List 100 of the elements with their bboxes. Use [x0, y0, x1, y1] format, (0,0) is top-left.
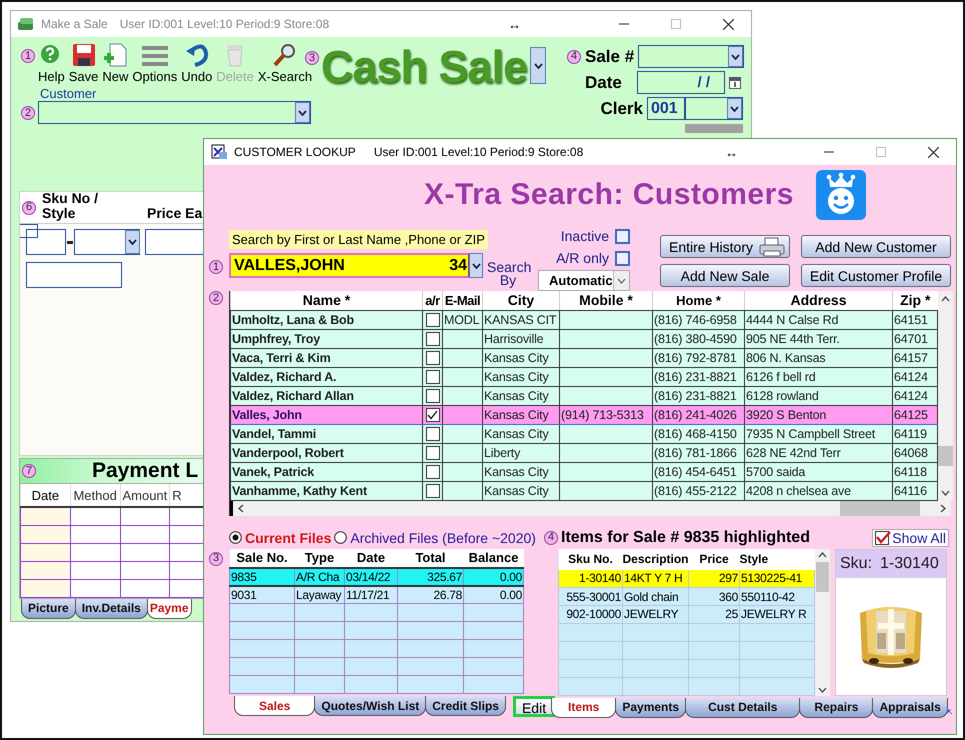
- scroll-thumb[interactable]: [938, 446, 953, 466]
- checkbox[interactable]: [426, 446, 440, 460]
- style-field[interactable]: [74, 229, 140, 255]
- dropdown-button[interactable]: [295, 102, 310, 123]
- step-number: 6: [22, 200, 36, 214]
- undo-arrow-icon: [184, 43, 209, 67]
- table-row[interactable]: Valles, John Kansas City (914) 713-5313 (816) 241-4026 3920 S Benton 64125: [230, 405, 938, 424]
- table-cell: 806 N. Kansas: [744, 348, 892, 367]
- session-info: User ID:001 Level:10 Period:9 Store:08: [120, 17, 330, 31]
- edit-button[interactable]: Edit: [512, 696, 556, 717]
- table-cell: 64119: [892, 424, 938, 443]
- search-field[interactable]: VALLES,JOHN 34: [229, 253, 469, 278]
- tab[interactable]: Payme: [146, 598, 192, 618]
- dropdown-button[interactable]: [728, 46, 744, 67]
- help-button[interactable]: Help: [37, 43, 66, 84]
- menu-icon: [142, 43, 168, 67]
- dropdown-button[interactable]: [727, 98, 742, 119]
- table-cell: [120, 525, 170, 543]
- action-button[interactable]: Add New Customer: [801, 235, 951, 258]
- vertical-scrollbar[interactable]: [938, 291, 953, 500]
- dept-field[interactable]: [685, 124, 743, 133]
- sale-number-field[interactable]: [638, 45, 744, 68]
- table-cell: A/R Cha: [294, 568, 344, 586]
- tab[interactable]: Sales: [234, 696, 316, 716]
- table-cell: 4208 n chelsea ave: [744, 481, 892, 500]
- show-all-checkbox[interactable]: Show All: [872, 528, 949, 546]
- checkbox[interactable]: [426, 408, 440, 422]
- table-row[interactable]: Valdez, Richard Allan Kansas City (816) 231-8821 6128 rowland 64124: [230, 386, 938, 405]
- checkbox[interactable]: [426, 484, 440, 498]
- table-row[interactable]: 9031 Layaway 11/17/21 26.78 0.00: [230, 586, 524, 604]
- clerk-name-field[interactable]: [685, 97, 743, 120]
- dropdown-button[interactable]: [530, 47, 546, 84]
- date-field[interactable]: / /: [637, 71, 725, 94]
- checkbox[interactable]: [426, 312, 440, 327]
- column-header: Home *: [652, 291, 744, 310]
- scroll-thumb[interactable]: [840, 500, 920, 516]
- field-label: Sale #: [585, 46, 634, 66]
- tab[interactable]: Credit Slips: [425, 696, 506, 716]
- vertical-scrollbar[interactable]: [815, 548, 830, 696]
- table-cell: [20, 579, 70, 597]
- checkbox[interactable]: [426, 350, 440, 365]
- scroll-thumb[interactable]: [816, 562, 829, 592]
- undo-button[interactable]: Undo: [180, 43, 214, 84]
- sku-field[interactable]: [26, 229, 66, 255]
- column-header: Price: [688, 548, 740, 570]
- options-button[interactable]: Options: [131, 43, 178, 84]
- clerk-field[interactable]: 001: [647, 97, 685, 120]
- price-field[interactable]: [145, 229, 203, 255]
- search-mode-dropdown[interactable]: Automatic: [538, 270, 630, 291]
- table-cell: Valles, John: [230, 405, 422, 424]
- table-row[interactable]: 902-10000 JEWELRY 25 JEWELRY R: [558, 606, 814, 624]
- tab[interactable]: Picture: [21, 598, 76, 618]
- table-row[interactable]: Vandel, Tammi Kansas City (816) 468-4150 7935 N Campbell Street 64119: [230, 424, 938, 443]
- tab[interactable]: Cust Details: [685, 698, 800, 718]
- tab[interactable]: Quotes/Wish List: [314, 696, 426, 716]
- tab[interactable]: Repairs: [799, 698, 874, 718]
- description-field[interactable]: [26, 262, 122, 288]
- tab[interactable]: Items: [551, 698, 616, 718]
- radio-option[interactable]: Archived Files (Before ~2020): [334, 530, 536, 546]
- table-row[interactable]: Valdez, Richard A. Kansas City (816) 231-8821 6126 f bell rd 64124: [230, 367, 938, 386]
- action-button[interactable]: Add New Sale: [660, 264, 790, 287]
- table-cell: (816) 468-4150: [652, 424, 744, 443]
- checkbox[interactable]: [426, 370, 440, 384]
- column-header: a/r: [422, 291, 442, 310]
- new-button[interactable]: New: [101, 43, 130, 84]
- checkbox[interactable]: [615, 250, 630, 266]
- radio-option[interactable]: Current Files: [229, 530, 332, 546]
- checkbox[interactable]: [615, 228, 630, 244]
- table-row[interactable]: Vanhamme, Kathy Kent Kansas City (816) 455-2122 4208 n chelsea ave 64116: [230, 481, 938, 500]
- checkbox[interactable]: [426, 464, 440, 479]
- step-number: 1: [209, 260, 223, 274]
- field-label: Clerk: [600, 98, 643, 118]
- table-row[interactable]: Vaca, Terri & Kim Kansas City (816) 792-8781 806 N. Kansas 64157: [230, 348, 938, 367]
- table-row[interactable]: Vanderpool, Robert Liberty (816) 781-1866 628 NE 42nd Terr 64068: [230, 443, 938, 462]
- checkbox-label: Inactive: [560, 228, 609, 244]
- table-row[interactable]: Umholtz, Lana & Bob MODL KANSAS CIT (816) 746-6958 4444 N Calse Rd 64151: [230, 310, 938, 329]
- checkbox[interactable]: [426, 332, 440, 346]
- checkbox[interactable]: [426, 426, 440, 441]
- column-header: Amount: [120, 484, 170, 507]
- table-cell: (816) 380-4590: [652, 329, 744, 348]
- checkbox[interactable]: [426, 388, 440, 403]
- table-row[interactable]: 9835 A/R Cha 03/14/22 325.67 0.00: [230, 568, 524, 586]
- dropdown-button[interactable]: [469, 253, 483, 278]
- tab[interactable]: Payments: [615, 698, 686, 718]
- step-number: 4: [544, 530, 558, 544]
- tab[interactable]: Appraisals: [872, 698, 948, 718]
- session-info: User ID:001 Level:10 Period:9 Store:08: [374, 145, 584, 159]
- table-row[interactable]: Umphfrey, Troy Harrisoville (816) 380-4590 905 NE 44th Terr. 64701: [230, 329, 938, 348]
- dropdown-button[interactable]: [125, 230, 140, 254]
- table-cell: Vandel, Tammi: [230, 424, 422, 443]
- action-button[interactable]: Edit Customer Profile: [801, 264, 951, 287]
- table-row[interactable]: 555-30001 Gold chain 360 550110-42: [558, 588, 814, 606]
- customer-field[interactable]: [38, 101, 311, 124]
- save-button[interactable]: Save: [68, 43, 100, 84]
- table-row[interactable]: 1-30140 14KT Y 7 H 297 5130225-41: [558, 570, 814, 588]
- field-label: Sku:: [840, 554, 872, 572]
- table-row[interactable]: Vanek, Patrick Kansas City (816) 454-6451 5700 saida 64118: [230, 462, 938, 481]
- action-button[interactable]: Entire History: [660, 235, 790, 258]
- horizontal-scrollbar[interactable]: [230, 500, 951, 516]
- tab[interactable]: Inv.Details: [74, 598, 148, 618]
